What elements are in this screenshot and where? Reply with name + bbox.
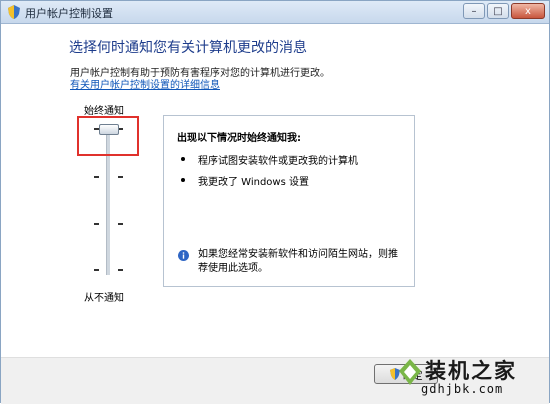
uac-shield-icon — [8, 5, 20, 19]
maximize-button[interactable]: □ — [487, 3, 509, 19]
bullet-item: 程序试图安装软件或更改我的计算机 — [198, 156, 358, 167]
watermark-url: gdhjbk.com — [421, 382, 504, 396]
bullet-item: 我更改了 Windows 设置 — [198, 177, 309, 188]
window-title: 用户帐户控制设置 — [25, 7, 113, 20]
slider-tick-left-2 — [94, 176, 99, 178]
slider-top-label: 始终通知 — [84, 106, 124, 117]
watermark-text: 装机之家 — [425, 358, 517, 383]
slider-tick-left-3 — [94, 223, 99, 225]
bullet-dot — [181, 157, 185, 161]
slider-tick-right-3 — [118, 223, 123, 225]
watermark-logo-icon — [399, 359, 421, 385]
red-highlight-box — [77, 116, 139, 156]
slider-tick-right-2 — [118, 176, 123, 178]
slider-bottom-label: 从不通知 — [84, 293, 124, 304]
info-panel: 出现以下情况时始终通知我: 程序试图安装软件或更改我的计算机 我更改了 Wind… — [163, 115, 415, 287]
recommendation-note: 如果您经常安装新软件和访问陌生网站，则推荐使用此选项。 — [198, 249, 398, 274]
title-bar[interactable]: 用户帐户控制设置 – □ x — [1, 1, 549, 24]
window-controls: – □ x — [461, 3, 545, 21]
slider-tick-right-4 — [118, 269, 123, 271]
uac-settings-window: 用户帐户控制设置 – □ x 选择何时通知您有关计算机更改的消息 用户帐户控制有… — [0, 0, 550, 404]
bullet-dot — [181, 178, 185, 182]
panel-title: 出现以下情况时始终通知我: — [177, 133, 301, 144]
uac-details-link[interactable]: 有关用户帐户控制设置的详细信息 — [70, 76, 220, 91]
minimize-button[interactable]: – — [463, 3, 485, 19]
slider-tick-left-4 — [94, 269, 99, 271]
close-button[interactable]: x — [511, 3, 545, 19]
info-icon — [178, 250, 189, 261]
page-heading: 选择何时通知您有关计算机更改的消息 — [69, 40, 307, 56]
